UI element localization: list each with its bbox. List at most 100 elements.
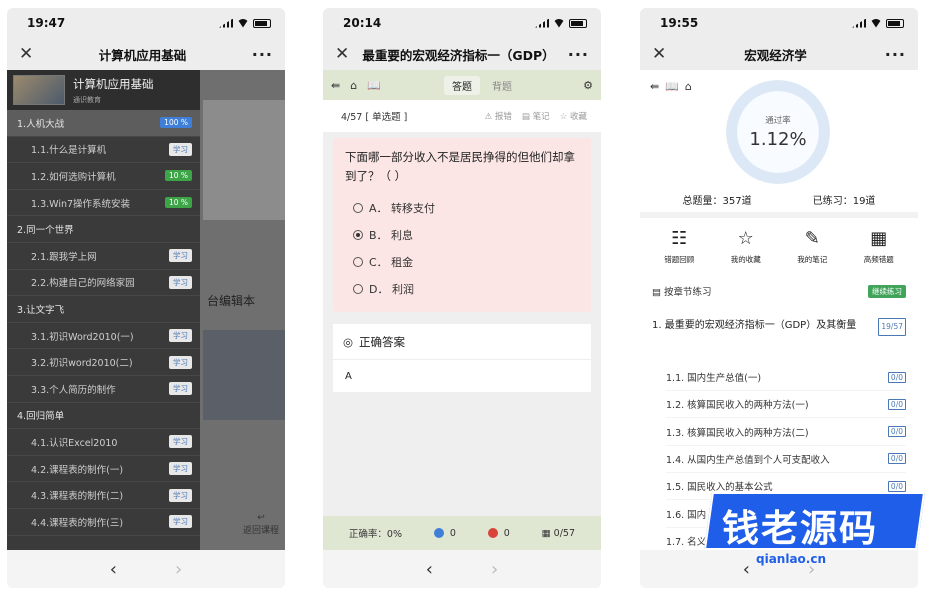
- quick-action-item[interactable]: ☷ 错题回顾: [664, 228, 694, 265]
- overview-body: ⇚ 📖 ⌂ 通过率 1.12% 总题量：357道 已练习：19道 ☷ 错题回顾 ☆ 我…: [640, 70, 918, 550]
- chapter-item[interactable]: 3.让文字飞: [7, 296, 200, 323]
- course-drawer: 计算机应用基础 通识教育 1.人机大战 100 % 1.1.什么是计算机 学习 1.2.…: [7, 70, 200, 550]
- chapter-item[interactable]: 1.人机大战 100 %: [7, 110, 200, 137]
- stats-row: 总题量：357道 已练习：19道: [640, 192, 918, 207]
- total-questions: 总题量：357道: [682, 196, 752, 207]
- settings-icon[interactable]: ⚙: [583, 79, 593, 92]
- radio-icon[interactable]: [353, 283, 363, 294]
- chapter-item[interactable]: 2.同一个世界: [7, 216, 200, 243]
- close-icon[interactable]: ✕: [652, 44, 666, 64]
- quick-action-item[interactable]: ▦ 高频错题: [864, 228, 894, 265]
- chapter-item[interactable]: 4.回归简单: [7, 403, 200, 430]
- forward-arrow-icon[interactable]: ›: [491, 559, 498, 580]
- section-item[interactable]: 4.1.认识Excel2010 学习: [7, 429, 200, 456]
- back-to-course-button[interactable]: ↩ 返回课程: [243, 513, 279, 536]
- progress-badge: 学习: [169, 275, 192, 289]
- home-icon[interactable]: ⌂: [685, 80, 692, 93]
- forward-arrow-icon[interactable]: ›: [175, 559, 182, 580]
- section-label: 1.3. 核算国民收入的两种方法(二): [666, 427, 809, 439]
- option-item[interactable]: D． 利润: [333, 275, 591, 302]
- section-progress: 0/0: [887, 453, 906, 465]
- back-arrow-icon[interactable]: ‹: [426, 559, 433, 580]
- radio-icon[interactable]: [353, 229, 363, 240]
- progress-badge: 学习: [169, 382, 192, 396]
- continue-practice-button[interactable]: 继续练习: [868, 284, 906, 298]
- back-arrow-icon[interactable]: ‹: [110, 559, 117, 580]
- answer-box: ◎ 正确答案 A: [333, 324, 591, 392]
- more-icon[interactable]: ···: [568, 45, 589, 64]
- section-item[interactable]: 4.4.课程表的制作(三) 学习: [7, 509, 200, 536]
- item-label: 4.2.课程表的制作(一): [31, 464, 124, 476]
- question-text: 下面哪一部分收入不是居民挣得的但他们却拿到了？（ ）: [345, 150, 575, 183]
- status-bar: 20:14: [323, 8, 601, 38]
- nav-title: 宏观经济学: [744, 47, 807, 63]
- tab-recite[interactable]: 背题: [484, 76, 520, 95]
- section-item[interactable]: 3.2.初识word2010(二) 学习: [7, 349, 200, 376]
- course-thumbnail: [13, 75, 65, 105]
- top-icons: ⇚ 📖 ⌂: [650, 80, 692, 93]
- home-icon[interactable]: ⌂: [350, 79, 357, 92]
- section-item[interactable]: 1.1.什么是计算机 学习: [7, 137, 200, 164]
- quick-action-label: 高频错题: [863, 255, 894, 264]
- wrong-count: 0: [487, 528, 510, 539]
- section-item[interactable]: 1.2. 核算国民收入的两种方法(一) 0/0: [666, 391, 906, 419]
- option-item[interactable]: C． 租金: [333, 248, 591, 275]
- note-button[interactable]: ▤ 笔记: [522, 110, 550, 122]
- report-button[interactable]: ⚠ 报错: [485, 110, 512, 122]
- option-item[interactable]: A． 转移支付: [333, 194, 591, 221]
- nav-bar: ✕ 宏观经济学 ···: [640, 38, 918, 70]
- quick-action-label: 错题回顾: [664, 255, 695, 264]
- close-icon[interactable]: ✕: [335, 44, 349, 64]
- section-item[interactable]: 3.3.个人简历的制作 学习: [7, 376, 200, 403]
- book-icon[interactable]: 📖: [367, 79, 381, 92]
- chapter-practice-header: ▤ 按章节练习 继续练习: [652, 284, 906, 298]
- background-text: 台编辑本: [207, 294, 256, 308]
- more-icon[interactable]: ···: [252, 45, 273, 64]
- answer-value: A: [345, 370, 352, 382]
- section-label: 1.4. 从国内生产总值到个人可支配收入: [666, 454, 830, 466]
- quick-action-item[interactable]: ✎ 我的笔记: [797, 228, 827, 265]
- quick-action-item[interactable]: ☆ 我的收藏: [731, 228, 761, 265]
- correct-count-value: 0: [449, 527, 456, 539]
- back-icon[interactable]: ⇚: [331, 79, 340, 92]
- close-icon[interactable]: ✕: [19, 44, 33, 64]
- option-item[interactable]: B． 利息: [333, 221, 591, 248]
- progress-badge: 学习: [169, 355, 192, 369]
- background-image-2: [203, 330, 285, 420]
- battery-icon: [886, 18, 904, 28]
- doc-icon: ▦: [870, 228, 888, 249]
- item-label: 1.3.Win7操作系统安装: [31, 198, 131, 210]
- radio-icon[interactable]: [353, 202, 363, 213]
- section-item[interactable]: 2.2.构建自己的网络家园 学习: [7, 270, 200, 297]
- nav-bar: ✕ 计算机应用基础 ···: [7, 38, 285, 70]
- more-icon[interactable]: ···: [885, 45, 906, 64]
- chapter-icon: ▤: [652, 287, 664, 298]
- section-item[interactable]: 1.3.Win7操作系统安装 10 %: [7, 190, 200, 217]
- section-item[interactable]: 4.3.课程表的制作(二) 学习: [7, 482, 200, 509]
- section-item[interactable]: 4.2.课程表的制作(一) 学习: [7, 456, 200, 483]
- bottom-nav: ‹ ›: [7, 550, 285, 588]
- section-progress: 0/0: [887, 398, 906, 410]
- favorite-button[interactable]: ☆ 收藏: [560, 110, 587, 122]
- section-item[interactable]: 1.4. 从国内生产总值到个人可支配收入 0/0: [666, 446, 906, 473]
- section-progress: 0/0: [887, 371, 906, 383]
- signal-icon: [219, 18, 233, 28]
- item-label: 4.回归简单: [17, 411, 65, 423]
- wifi-icon: [553, 18, 565, 28]
- answer-sheet-button[interactable]: ▦ 0/57: [542, 528, 575, 539]
- nav-title: 最重要的宏观经济指标一（GDP）: [362, 47, 555, 63]
- tab-answer[interactable]: 答题: [444, 75, 481, 95]
- section-item[interactable]: 1.1. 国内生产总值(一) 0/0: [666, 364, 906, 391]
- section-item[interactable]: 1.3. 核算国民收入的两种方法(二) 0/0: [666, 419, 906, 446]
- option-label: A． 转移支付: [369, 201, 436, 215]
- book-icon[interactable]: 📖: [665, 80, 679, 93]
- back-icon[interactable]: ⇚: [650, 80, 659, 93]
- chapter-item[interactable]: 19/57 1. 最重要的宏观经济指标一（GDP）及其衡量: [652, 318, 906, 336]
- item-label: 4.1.认识Excel2010: [31, 437, 118, 449]
- section-item[interactable]: 2.1.跟我学上网 学习: [7, 243, 200, 270]
- section-item[interactable]: 3.1.初识Word2010(一) 学习: [7, 323, 200, 350]
- chapter-practice-label: 按章节练习: [664, 287, 712, 298]
- section-item[interactable]: 1.2.如何选购计算机 10 %: [7, 163, 200, 190]
- section-label: 1.7. 名义: [666, 536, 707, 548]
- radio-icon[interactable]: [353, 256, 363, 267]
